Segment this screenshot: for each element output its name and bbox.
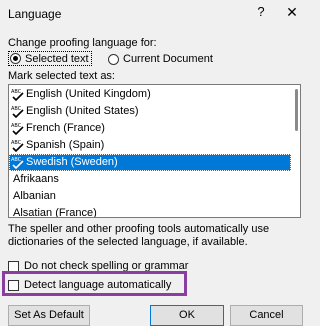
spelling-check-icon: ABC bbox=[11, 157, 24, 169]
radio-button-unchecked[interactable] bbox=[108, 53, 119, 65]
radio-selected-text[interactable]: Selected text bbox=[8, 51, 92, 66]
language-item[interactable]: Albanian bbox=[9, 188, 291, 205]
svg-text:ABC: ABC bbox=[11, 89, 22, 95]
set-as-default-button[interactable]: Set As Default bbox=[8, 305, 90, 326]
listbox-scrollbar[interactable] bbox=[291, 85, 300, 217]
svg-text:ABC: ABC bbox=[11, 106, 22, 112]
change-proofing-label: Change proofing language for: bbox=[8, 37, 157, 49]
language-item[interactable]: ABC French (France) bbox=[9, 120, 291, 137]
svg-text:ABC: ABC bbox=[11, 140, 22, 146]
language-item[interactable]: ABC Spanish (Spain) bbox=[9, 137, 291, 154]
spelling-check-icon: ABC bbox=[11, 140, 24, 152]
proofing-note: The speller and other proofing tools aut… bbox=[8, 223, 270, 248]
language-item-label: Afrikaans bbox=[13, 173, 59, 185]
radio-selected-text-label: Selected text bbox=[25, 52, 89, 65]
language-item[interactable]: ABC English (United States) bbox=[9, 103, 291, 120]
svg-text:ABC: ABC bbox=[11, 157, 22, 163]
radio-current-document-label: Current Document bbox=[123, 53, 213, 65]
language-item-label: French (France) bbox=[26, 122, 105, 134]
help-button[interactable]: ? bbox=[252, 3, 270, 21]
language-item[interactable]: ABC English (United Kingdom) bbox=[9, 86, 291, 103]
language-item[interactable]: ABC Swedish (Sweden) bbox=[9, 154, 291, 171]
language-item[interactable]: Alsatian (France) bbox=[9, 205, 291, 218]
detect-language-checkbox[interactable]: Detect language automatically bbox=[8, 279, 171, 291]
language-list: ABC English (United Kingdom) ABC English (U… bbox=[9, 86, 291, 218]
ok-button[interactable]: OK bbox=[150, 305, 224, 326]
detect-language-label: Detect language automatically bbox=[24, 279, 172, 291]
mark-selected-label: Mark selected text as: bbox=[8, 70, 115, 82]
language-item-label: Spanish (Spain) bbox=[26, 139, 105, 151]
cancel-button[interactable]: Cancel bbox=[230, 305, 303, 326]
language-item-label: English (United Kingdom) bbox=[26, 88, 151, 100]
checkbox-box[interactable] bbox=[8, 260, 19, 272]
radio-current-document[interactable]: Current Document bbox=[108, 52, 213, 66]
dialog-title: Language bbox=[8, 7, 62, 21]
language-item-label: English (United States) bbox=[26, 105, 139, 117]
spelling-check-icon: ABC bbox=[11, 106, 24, 118]
language-dialog: Language ? ✕ Change proofing language fo… bbox=[0, 0, 308, 326]
language-item-label: Albanian bbox=[13, 190, 56, 202]
checkbox-box[interactable] bbox=[8, 279, 19, 291]
radio-button-checked[interactable] bbox=[10, 53, 21, 64]
language-item-label: Alsatian (France) bbox=[13, 207, 97, 218]
scrollbar-thumb[interactable] bbox=[295, 89, 298, 131]
language-listbox[interactable]: ABC English (United Kingdom) ABC English (U… bbox=[8, 84, 301, 218]
spelling-check-icon: ABC bbox=[11, 123, 24, 135]
close-button[interactable]: ✕ bbox=[283, 3, 301, 21]
language-item[interactable]: Afrikaans bbox=[9, 171, 291, 188]
svg-text:ABC: ABC bbox=[11, 123, 22, 129]
spelling-check-icon: ABC bbox=[11, 89, 24, 101]
language-item-label: Swedish (Sweden) bbox=[26, 156, 118, 168]
